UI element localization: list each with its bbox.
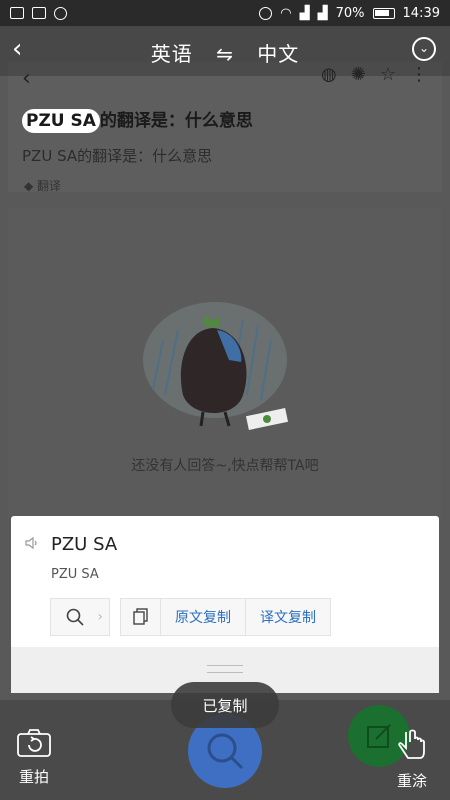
retake-label: 重拍 — [18, 768, 49, 786]
translate-top-bar: ‹ 英语 ⇋ 中文 ⌄ — [0, 26, 450, 76]
copy-original-button[interactable]: 原文复制 — [161, 599, 246, 635]
battery-percent: 70% — [335, 5, 365, 21]
retake-button[interactable]: 重拍 — [16, 728, 52, 787]
expand-menu-icon[interactable]: ⌄ — [412, 37, 436, 61]
chevron-right-icon: › — [97, 609, 103, 625]
copy-icon[interactable] — [121, 599, 161, 635]
status-bar: ◠ ▟ ▟ 70% 14:39 — [0, 0, 450, 26]
empty-illustration — [143, 302, 289, 430]
target-language[interactable]: 中文 — [257, 42, 299, 66]
clear-button[interactable]: 重涂 — [396, 728, 428, 791]
panel-actions: › 原文复制 译文复制 — [50, 598, 331, 636]
tag-label: 翻译 — [37, 179, 62, 193]
tag-icon: ◆ — [24, 179, 38, 193]
question-tag: ◆ 翻译 — [24, 177, 61, 194]
hand-pointer-icon — [398, 729, 425, 759]
translation-panel: PZU SA PZU SA › 原文复制 译文复制 — [11, 516, 439, 693]
language-selector: 英语 ⇋ 中文 — [0, 38, 450, 67]
copied-toast: 已复制 — [171, 682, 279, 728]
signal-icon-2: ▟ — [317, 5, 328, 21]
empty-message: 还没有人回答~,快点帮帮TA吧 — [131, 458, 319, 474]
clock: 14:39 — [402, 5, 440, 21]
question-title: PZU SA 的翻译是：什么意思 — [22, 106, 253, 133]
smiley-icon — [54, 6, 67, 20]
highlighted-term: PZU SA — [22, 109, 100, 133]
translated-text: PZU SA — [51, 567, 99, 582]
question-subtitle: PZU SA的翻译是：什么意思 — [22, 147, 213, 165]
message-icon — [10, 7, 24, 19]
copy-translation-button[interactable]: 译文复制 — [246, 599, 330, 635]
signal-icon: ▟ — [299, 5, 310, 21]
copy-group: 原文复制 译文复制 — [120, 598, 331, 636]
retake-camera-icon — [17, 729, 51, 757]
alarm-icon — [259, 6, 273, 20]
source-language[interactable]: 英语 — [151, 42, 193, 66]
drag-handle-icon[interactable] — [207, 665, 243, 673]
image-icon — [32, 7, 46, 19]
question-title-rest: 的翻译是：什么意思 — [99, 111, 253, 131]
search-icon — [66, 608, 84, 626]
wifi-icon: ◠ — [280, 5, 292, 21]
battery-icon — [372, 7, 395, 19]
source-text: PZU SA — [51, 534, 118, 555]
lookup-button[interactable]: › — [50, 598, 110, 636]
swap-languages-icon[interactable]: ⇋ — [216, 42, 234, 66]
speaker-icon[interactable] — [25, 536, 39, 550]
clear-label: 重涂 — [396, 772, 427, 790]
